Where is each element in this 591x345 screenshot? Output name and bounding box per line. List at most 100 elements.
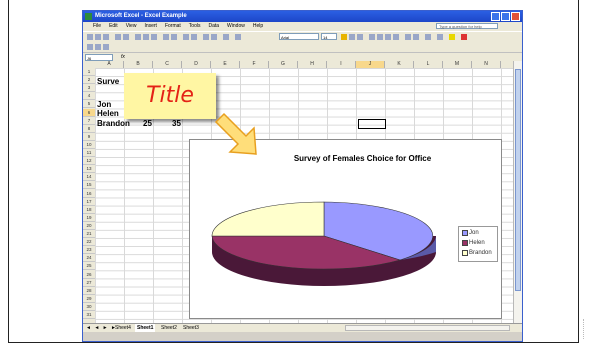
row-header[interactable]: 22 [83,238,95,247]
column-header[interactable]: N [472,61,501,68]
cell-a4[interactable]: Helen [97,109,119,118]
column-header[interactable]: E [211,61,240,68]
maximize-button[interactable] [501,12,510,21]
row-header[interactable]: 7 [83,117,95,125]
help-icon[interactable] [235,34,241,40]
save-icon[interactable] [103,34,109,40]
tool-icon-1[interactable] [87,44,93,50]
indent-icon[interactable] [425,34,431,40]
selected-cell[interactable] [358,119,386,129]
menu-file[interactable]: File [93,22,101,31]
autosum-icon[interactable] [183,34,189,40]
row-header[interactable]: 29 [83,295,95,303]
undo-icon[interactable] [163,34,169,40]
row-header[interactable]: 19 [83,214,95,222]
scroll-thumb[interactable] [515,69,521,291]
column-header[interactable]: J [356,61,385,68]
column-header[interactable]: D [182,61,211,68]
tool-icon-3[interactable] [103,44,109,50]
row-header[interactable]: 23 [83,246,95,255]
tab-sheet3[interactable]: Sheet3 [181,324,201,332]
pie-slice-brandon[interactable] [211,201,325,237]
italic-icon[interactable] [349,34,355,40]
cell-a3[interactable]: Jon [97,100,111,109]
menu-view[interactable]: View [126,22,137,31]
row-header[interactable]: 12 [83,157,95,166]
tab-sheet1[interactable]: Sheet1 [135,324,156,332]
row-header[interactable]: 9 [83,133,95,141]
row-header[interactable]: 18 [83,206,95,214]
menu-format[interactable]: Format [165,22,181,31]
tab-sheet2[interactable]: Sheet2 [159,324,179,332]
column-header[interactable]: K [385,61,414,68]
menu-window[interactable]: Window [227,22,245,31]
redo-icon[interactable] [171,34,177,40]
column-header[interactable]: C [153,61,182,68]
new-icon[interactable] [87,34,93,40]
font-color-icon[interactable] [461,34,467,40]
menu-insert[interactable]: Insert [144,22,157,31]
sort-icon[interactable] [191,34,197,40]
row-header[interactable]: 30 [83,303,95,311]
copy-icon[interactable] [143,34,149,40]
preview-icon[interactable] [123,34,129,40]
bold-icon[interactable] [341,34,347,40]
cell-a1[interactable]: Surve [97,77,119,86]
paste-icon[interactable] [151,34,157,40]
row-header[interactable]: 4 [83,92,95,101]
column-header[interactable]: F [240,61,269,68]
fill-color-icon[interactable] [449,34,455,40]
row-header[interactable]: 2 [83,76,95,85]
column-header[interactable]: B [124,61,153,68]
chart-wizard-icon[interactable] [203,34,209,40]
pie-chart[interactable] [190,140,501,318]
horizontal-scrollbar[interactable] [345,325,510,331]
row-header[interactable]: 17 [83,198,95,206]
row-header[interactable]: 13 [83,165,95,174]
column-header[interactable]: H [298,61,327,68]
cell-c5[interactable]: 35 [172,119,181,128]
menu-edit[interactable]: Edit [109,22,118,31]
font-size-select[interactable]: 14 [321,33,337,40]
row-header[interactable]: 8 [83,125,95,133]
cell-a5[interactable]: Brandon [97,119,130,128]
row-header[interactable]: 25 [83,262,95,271]
borders-icon[interactable] [437,34,443,40]
open-icon[interactable] [95,34,101,40]
minimize-button[interactable] [491,12,500,21]
align-right-icon[interactable] [385,34,391,40]
row-header[interactable]: 14 [83,173,95,182]
merge-icon[interactable] [393,34,399,40]
underline-icon[interactable] [357,34,363,40]
chart-legend[interactable]: Jon Helen Brandon [458,226,498,262]
close-button[interactable] [511,12,520,21]
row-header[interactable]: 26 [83,271,95,279]
currency-icon[interactable] [405,34,411,40]
menu-help[interactable]: Help [253,22,263,31]
row-header[interactable]: 24 [83,254,95,263]
cell-b5[interactable]: 25 [143,119,152,128]
percent-icon[interactable] [413,34,419,40]
column-header[interactable]: M [443,61,472,68]
row-header[interactable]: 10 [83,141,95,149]
row-header[interactable]: 27 [83,279,95,287]
name-box[interactable]: J6 [85,54,113,61]
column-header[interactable]: G [269,61,298,68]
help-search-input[interactable]: Type a question for help [436,23,498,29]
zoom-icon[interactable] [223,34,229,40]
cut-icon[interactable] [135,34,141,40]
row-header[interactable]: 20 [83,222,95,230]
row-header[interactable]: 28 [83,287,95,295]
row-header[interactable]: 15 [83,181,95,190]
vertical-scrollbar[interactable] [513,61,522,323]
chart-area[interactable]: Survey of Females Choice for Office Jon … [189,139,502,319]
font-name-select[interactable]: Arial [279,33,319,40]
print-icon[interactable] [115,34,121,40]
tool-icon-2[interactable] [95,44,101,50]
row-header[interactable]: 3 [83,84,95,93]
column-header[interactable]: I [327,61,356,68]
column-header[interactable]: A [95,61,124,68]
align-center-icon[interactable] [377,34,383,40]
row-header[interactable]: 21 [83,230,95,239]
align-left-icon[interactable] [369,34,375,40]
